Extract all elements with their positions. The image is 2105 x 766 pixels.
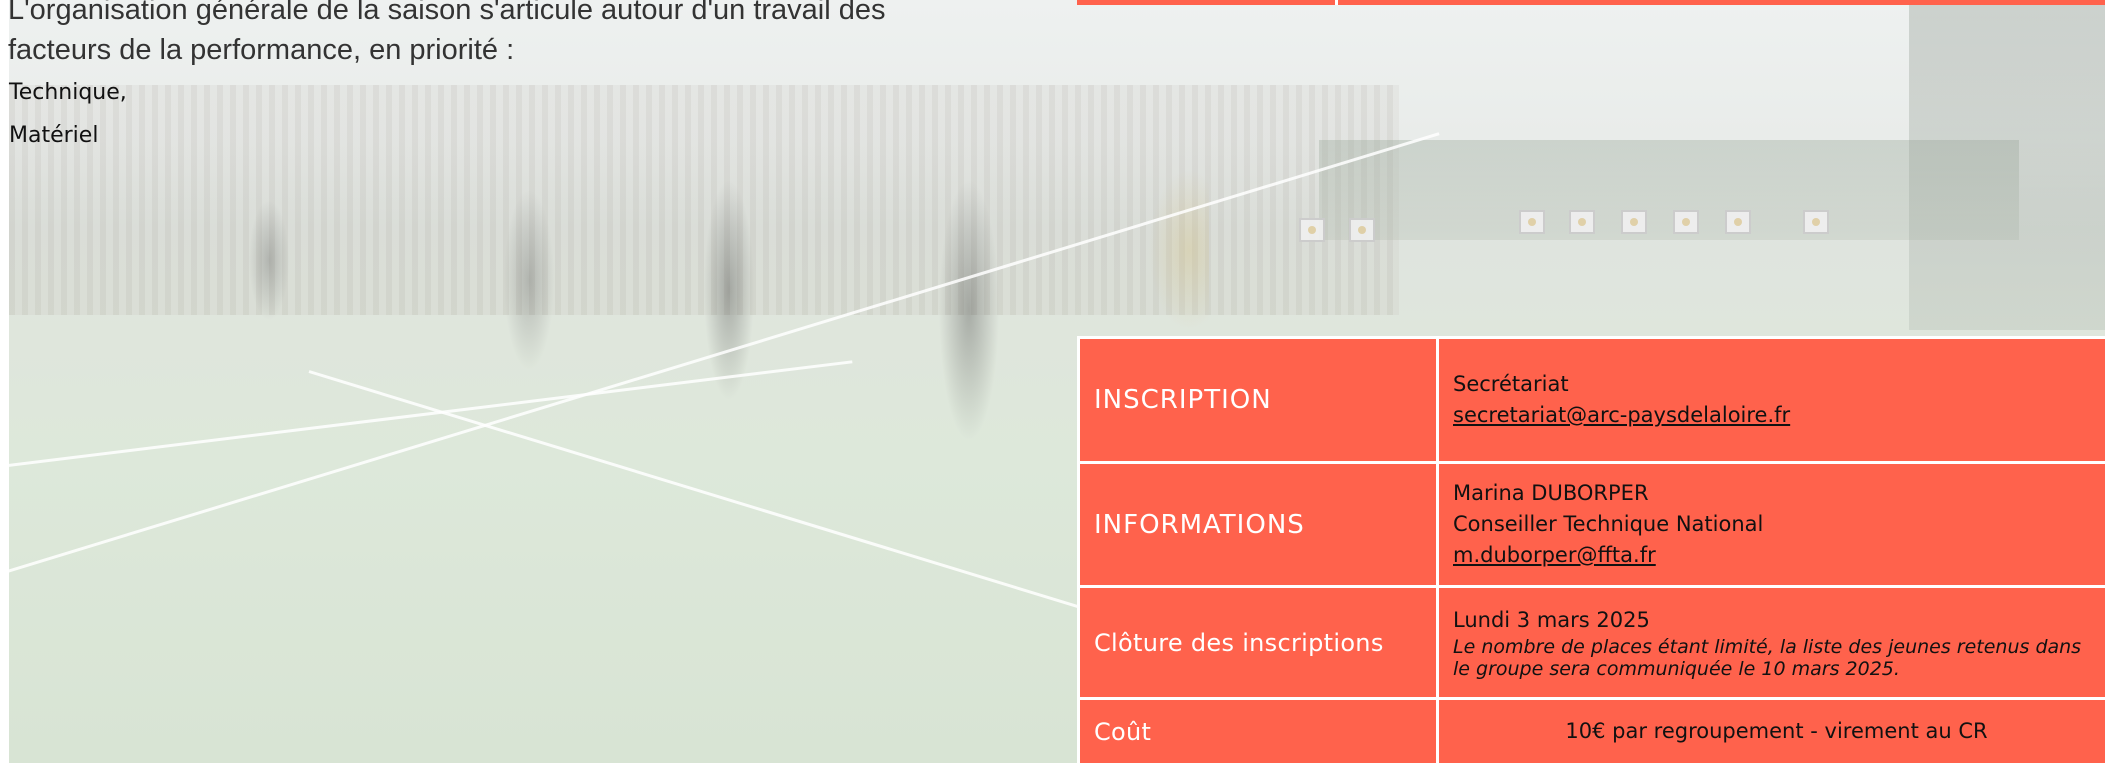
row-value: Marina DUBORPER Conseiller Technique Nat…	[1438, 463, 2105, 587]
contact-title: Conseiller Technique National	[1453, 509, 2100, 540]
table-row: INSCRIPTION Secrétariat secretariat@arc-…	[1079, 338, 2105, 463]
row-label: INSCRIPTION	[1079, 338, 1438, 463]
target-face	[1349, 218, 1375, 242]
row-value: Lundi 3 mars 2025 Le nombre de places ét…	[1438, 587, 2105, 699]
target-face	[1519, 210, 1545, 234]
intro-line: L'organisation générale de la saison s'a…	[8, 0, 1008, 30]
intro-paragraph: L'organisation générale de la saison s'a…	[8, 0, 1008, 70]
row-label: Clôture des inscriptions	[1079, 587, 1438, 699]
target-face	[1569, 210, 1595, 234]
list-item: Matériel	[9, 123, 98, 148]
list-item: Technique,	[9, 80, 127, 105]
target-face	[1299, 218, 1325, 242]
deadline-note: Le nombre de places étant limité, la lis…	[1453, 636, 2100, 680]
email-link[interactable]: secretariat@arc-paysdelaloire.fr	[1453, 403, 1790, 427]
target-face	[1803, 210, 1829, 234]
top-table-edge	[1077, 0, 2105, 5]
trees	[1909, 0, 2105, 330]
table-separator	[1335, 0, 1338, 5]
target-face	[1621, 210, 1647, 234]
row-label: INFORMATIONS	[1079, 463, 1438, 587]
table-row: Clôture des inscriptions Lundi 3 mars 20…	[1079, 587, 2105, 699]
target-face	[1725, 210, 1751, 234]
cost-value: 10€ par regroupement - virement au CR	[1438, 699, 2105, 765]
row-value: Secrétariat secretariat@arc-paysdelaloir…	[1438, 338, 2105, 463]
target-face	[1673, 210, 1699, 234]
contact-name: Secrétariat	[1453, 369, 2100, 400]
archers	[109, 140, 1209, 470]
table-row: Coût 10€ par regroupement - virement au …	[1079, 699, 2105, 765]
intro-line: facteurs de la performance, en priorité …	[8, 30, 1008, 70]
row-label: Coût	[1079, 699, 1438, 765]
table-row: INFORMATIONS Marina DUBORPER Conseiller …	[1079, 463, 2105, 587]
email-link[interactable]: m.duborper@ffta.fr	[1453, 543, 1656, 567]
info-table: INSCRIPTION Secrétariat secretariat@arc-…	[1077, 336, 2105, 766]
contact-name: Marina DUBORPER	[1453, 478, 2100, 509]
deadline-date: Lundi 3 mars 2025	[1453, 605, 2100, 636]
